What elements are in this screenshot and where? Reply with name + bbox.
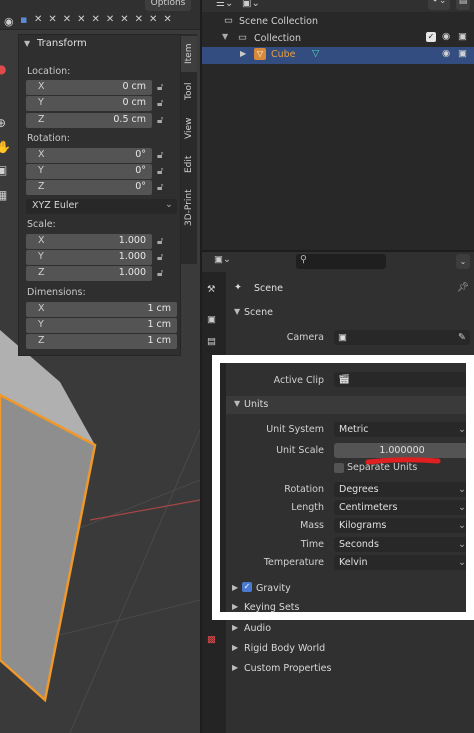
sidebar-n-panel: ▼ Transform Location: X0 cm Y0 cm Z 0.5 c… — [18, 34, 181, 356]
eye-icon[interactable]: ◉ — [4, 16, 14, 28]
cube-label: Cube — [271, 49, 296, 60]
eyedropper-icon: ✎ — [458, 332, 466, 343]
collection-icon: ▭ — [238, 32, 247, 43]
camera-object-icon: ▣ — [338, 332, 347, 343]
dimensions-z-field[interactable]: Z1 cm — [26, 334, 177, 349]
dimensions-x-field[interactable]: X1 cm — [26, 302, 177, 317]
tab-tool[interactable]: Tool — [181, 74, 197, 108]
cube-face-front — [0, 395, 95, 700]
outliner-panel: ☰⌄ ▣⌄ ⏷⌄ ▤ ▭ Scene Collection ▼ ▭ Collec… — [202, 0, 474, 250]
outliner-row-cube[interactable]: ▶ ▽ Cube ▽ ◉ ▣ — [202, 47, 474, 64]
location-label: Location: — [27, 66, 71, 77]
tool-tab-icon[interactable]: ⚒ — [207, 284, 216, 295]
location-x-field[interactable]: X0 cm — [26, 80, 152, 95]
lock-icon[interactable]: 🔓︎ — [157, 236, 169, 248]
camera-label: Camera — [286, 332, 324, 343]
highlight-frame — [212, 355, 474, 620]
camera-icon[interactable]: ▣ — [0, 163, 10, 179]
eye-icon[interactable]: ◉ — [442, 31, 450, 42]
chevron-right-icon: ▶ — [232, 623, 239, 632]
camera-field[interactable]: ▣ ✎ — [334, 330, 470, 345]
texture-tab-icon[interactable]: ▩ — [207, 634, 216, 645]
chevron-right-icon[interactable]: ▶ — [240, 49, 246, 58]
new-collection-icon[interactable]: ▤ — [456, 0, 470, 10]
render-tab-icon[interactable]: ▣ — [207, 314, 216, 325]
mesh-data-icon[interactable]: ▽ — [312, 48, 319, 59]
dimensions-y-field[interactable]: Y1 cm — [26, 318, 177, 333]
object-visibility-icon[interactable]: ▪ — [20, 14, 27, 26]
lock-icon[interactable]: 🔓︎ — [157, 115, 169, 127]
object-icon: ▽ — [254, 48, 266, 60]
scale-y-field[interactable]: Y 1.000 — [26, 250, 152, 265]
scale-label: Scale: — [27, 219, 56, 230]
x-axis-line — [89, 499, 200, 521]
chevron-down-icon[interactable]: ⌄ — [456, 254, 470, 269]
scene-collection-label: Scene Collection — [239, 16, 318, 27]
close-icon[interactable]: ● — [0, 62, 10, 78]
editor-type-icon[interactable]: ▣⌄ — [214, 254, 231, 265]
camera-icon[interactable]: ▣ — [458, 31, 467, 42]
tab-edit[interactable]: Edit — [181, 148, 197, 180]
viewport-header: ◉ ▪ ✕✕✕✕✕✕✕✕✕✕ Options — [0, 0, 200, 30]
chevron-right-icon: ▶ — [232, 643, 239, 652]
tab-3d-print[interactable]: 3D-Print — [181, 182, 197, 234]
collection-label: Collection — [254, 33, 301, 44]
lock-icon[interactable]: 🔓︎ — [157, 166, 169, 178]
transform-panel-title[interactable]: Transform — [37, 38, 87, 49]
properties-search-input[interactable]: ⚲ — [296, 254, 386, 269]
location-z-field[interactable]: Z 0.5 cm — [26, 113, 152, 128]
audio-section-header[interactable]: ▶ Audio — [226, 620, 474, 638]
filter-icon[interactable]: ▣⌄ — [242, 0, 260, 9]
properties-header: ▣⌄ ⚲ ⌄ — [202, 252, 474, 272]
hand-pan-icon[interactable]: ✋ — [0, 140, 11, 156]
display-mode-icon[interactable]: ☰⌄ — [216, 0, 233, 9]
outliner-row-scene-collection[interactable]: ▭ Scene Collection — [202, 14, 474, 31]
checkbox-icon[interactable]: ✓ — [426, 32, 436, 42]
lock-icon[interactable]: 🔓︎ — [157, 98, 169, 110]
3d-viewport[interactable]: ◉ ▪ ✕✕✕✕✕✕✕✕✕✕ Options ● ⊕ ✋ ▣ ▦ ▼ Trans… — [0, 0, 200, 733]
dimensions-label: Dimensions: — [27, 287, 86, 298]
rotation-y-field[interactable]: Y 0° — [26, 164, 152, 179]
scale-x-field[interactable]: X 1.000 — [26, 234, 152, 249]
cursor-icon[interactable]: ⊕ — [0, 116, 10, 132]
grid-icon[interactable]: ▦ — [0, 188, 10, 204]
scene-collection-icon: ▭ — [224, 15, 233, 26]
custom-properties-section-header[interactable]: ▶ Custom Properties — [226, 660, 474, 678]
tab-item[interactable]: Item — [181, 36, 197, 72]
output-tab-icon[interactable]: ▤ — [207, 336, 216, 347]
search-icon: ⚲ — [300, 254, 307, 265]
location-y-field[interactable]: Y0 cm — [26, 96, 152, 111]
rigid-body-world-section-header[interactable]: ▶ Rigid Body World — [226, 640, 474, 658]
chevron-down-icon: ▼ — [234, 307, 241, 316]
selectability-toggles-icon[interactable]: ✕✕✕✕✕✕✕✕✕✕ — [34, 14, 178, 26]
scene-breadcrumb: Scene — [254, 283, 283, 294]
scene-icon: ✦ — [234, 282, 242, 293]
lock-icon[interactable]: 🔓︎ — [157, 252, 169, 264]
camera-icon[interactable]: ▣ — [458, 48, 467, 59]
pin-icon[interactable]: 📌︎ — [457, 282, 469, 293]
chevron-down-icon[interactable]: ▼ — [24, 39, 30, 48]
sidebar-tabs: Item Tool View Edit 3D-Print — [181, 34, 197, 264]
chevron-right-icon: ▶ — [232, 663, 239, 672]
rotation-x-field[interactable]: X 0° — [26, 148, 152, 163]
rotation-z-field[interactable]: Z 0° — [26, 180, 152, 195]
outliner-row-collection[interactable]: ▼ ▭ Collection ✓ ◉ ▣ — [202, 31, 474, 48]
lock-icon[interactable]: 🔓︎ — [157, 150, 169, 162]
filter-dropdown-icon[interactable]: ⏷⌄ — [428, 0, 450, 10]
rotation-label: Rotation: — [27, 133, 70, 144]
eye-icon[interactable]: ◉ — [442, 48, 450, 59]
outliner-header: ☰⌄ ▣⌄ ⏷⌄ ▤ — [202, 0, 474, 12]
lock-icon[interactable]: 🔓︎ — [157, 182, 169, 194]
chevron-down-icon[interactable]: ▼ — [222, 32, 228, 41]
lock-icon[interactable]: 🔓︎ — [157, 268, 169, 280]
chevron-down-icon: ⌄ — [165, 199, 173, 210]
rotation-mode-dropdown[interactable]: XYZ Euler ⌄ — [26, 199, 177, 214]
lock-icon[interactable]: 🔓︎ — [157, 82, 169, 94]
tab-view[interactable]: View — [181, 110, 197, 146]
scale-z-field[interactable]: Z 1.000 — [26, 266, 152, 281]
options-button[interactable]: Options — [145, 0, 191, 11]
scene-section-header[interactable]: ▼ Scene — [226, 304, 474, 322]
